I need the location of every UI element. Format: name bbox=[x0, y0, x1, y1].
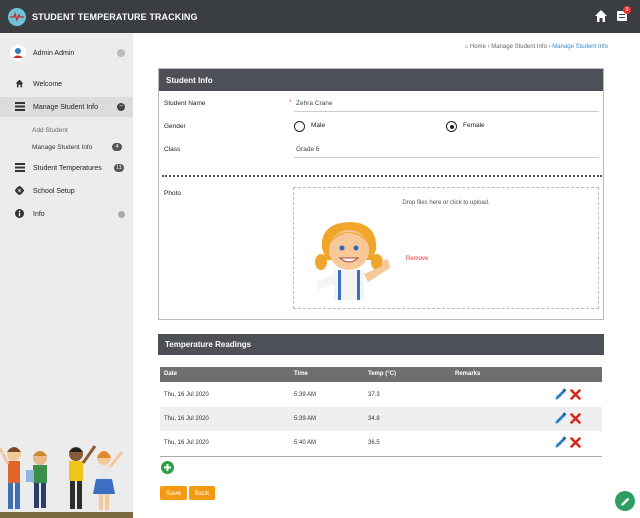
student-info-panel: Student Info Student Name * Zehra Crane … bbox=[158, 68, 604, 320]
gender-female-radio[interactable] bbox=[446, 121, 457, 132]
cell-date: Thu, 16 Jul 2020 bbox=[164, 440, 209, 446]
cell-temp: 36.5 bbox=[368, 440, 380, 446]
required-marker: · bbox=[289, 121, 291, 127]
divider bbox=[162, 175, 602, 177]
student-name-input[interactable]: Zehra Crane bbox=[296, 100, 333, 107]
cell-time: 5:39 AM bbox=[294, 392, 317, 398]
cell-temp: 37.3 bbox=[368, 392, 380, 398]
gender-female-label[interactable]: Female bbox=[463, 122, 485, 129]
gender-male-label[interactable]: Male bbox=[311, 122, 325, 129]
user-name: Admin Admin bbox=[33, 49, 75, 57]
delete-icon[interactable] bbox=[570, 389, 581, 400]
breadcrumb: ⌂ Home › Manage Student Info › Manage St… bbox=[464, 44, 608, 50]
sidebar-item-student-temperatures[interactable]: Student Temperatures 11 bbox=[0, 158, 133, 178]
count-badge: 11 bbox=[114, 164, 124, 172]
cell-time: 5:39 AM bbox=[294, 416, 317, 422]
app-title: STUDENT TEMPERATURE TRACKING bbox=[32, 11, 198, 22]
sidebar-item-label: School Setup bbox=[33, 187, 75, 195]
delete-icon[interactable] bbox=[570, 413, 581, 424]
column-header-time[interactable]: Time bbox=[294, 371, 308, 377]
floating-edit-button[interactable] bbox=[615, 491, 635, 511]
avatar bbox=[10, 45, 26, 61]
dropzone-message: Drop files here or click to upload. bbox=[402, 200, 490, 206]
pencil-icon bbox=[620, 497, 629, 506]
sidebar-subitem-manage-student-info[interactable]: Manage Student Info 4 bbox=[32, 143, 122, 151]
sidebar-item-welcome[interactable]: Welcome bbox=[0, 74, 133, 94]
top-bar: STUDENT TEMPERATURE TRACKING 0 bbox=[0, 0, 640, 33]
sidebar-item-label: Info bbox=[33, 210, 45, 218]
list-icon bbox=[14, 162, 25, 174]
class-label: Class bbox=[164, 146, 181, 153]
save-button[interactable]: Save bbox=[160, 486, 187, 500]
gear-icon bbox=[14, 185, 25, 197]
panel-title: Student Info bbox=[159, 69, 603, 91]
collapse-icon[interactable]: − bbox=[117, 103, 125, 111]
photo-label: Photo bbox=[164, 190, 181, 197]
column-header-date[interactable]: Date bbox=[164, 371, 177, 377]
student-photo bbox=[315, 222, 390, 300]
cell-time: 5:40 AM bbox=[294, 440, 317, 446]
photo-dropzone[interactable]: Drop files here or click to upload. Remo… bbox=[293, 187, 599, 309]
student-name-label: Student Name bbox=[164, 100, 206, 107]
required-marker: * bbox=[289, 100, 292, 106]
sidebar-item-school-setup[interactable]: School Setup bbox=[0, 181, 133, 201]
expand-icon[interactable] bbox=[118, 210, 125, 218]
edit-icon[interactable] bbox=[554, 388, 567, 401]
table-divider bbox=[160, 456, 602, 457]
cell-temp: 34.8 bbox=[368, 416, 380, 422]
class-underline bbox=[294, 157, 599, 158]
add-reading-icon[interactable] bbox=[161, 461, 174, 474]
class-select[interactable]: Grade 6 bbox=[296, 146, 320, 153]
sidebar-subitem-add-student[interactable]: Add Student bbox=[32, 127, 68, 134]
sidebar-item-info[interactable]: Info bbox=[0, 204, 133, 224]
remove-photo-link[interactable]: Remove bbox=[406, 256, 428, 262]
sidebar: Admin Admin Welcome Manage Student Info … bbox=[0, 33, 133, 518]
user-profile[interactable]: Admin Admin bbox=[10, 45, 130, 61]
user-menu-toggle-icon[interactable] bbox=[117, 49, 125, 57]
sidebar-item-label: Welcome bbox=[33, 80, 63, 88]
home-icon bbox=[14, 79, 25, 90]
edit-icon[interactable] bbox=[554, 436, 567, 449]
breadcrumb-parent[interactable]: Manage Student Info bbox=[491, 44, 547, 50]
column-header-temp[interactable]: Temp (°C) bbox=[368, 371, 396, 377]
breadcrumb-home[interactable]: Home bbox=[470, 44, 486, 50]
table-row: Thu, 16 Jul 2020 5:39 AM 37.3 bbox=[160, 383, 602, 407]
table-row: Thu, 16 Jul 2020 5:39 AM 34.8 bbox=[160, 407, 602, 431]
gender-label: Gender bbox=[164, 123, 186, 130]
table-row: Thu, 16 Jul 2020 5:40 AM 36.5 bbox=[160, 431, 602, 455]
edit-icon[interactable] bbox=[554, 412, 567, 425]
gender-male-radio[interactable] bbox=[294, 121, 305, 132]
app-logo-icon bbox=[8, 7, 26, 26]
breadcrumb-current: Manage Student Info bbox=[552, 44, 608, 50]
breadcrumb-home-icon[interactable]: ⌂ bbox=[465, 44, 469, 50]
sidebar-item-label: Student Temperatures bbox=[33, 164, 102, 172]
count-badge: 4 bbox=[112, 143, 122, 151]
student-name-underline bbox=[294, 111, 599, 112]
column-header-remarks[interactable]: Remarks bbox=[455, 371, 480, 377]
cell-date: Thu, 16 Jul 2020 bbox=[164, 392, 209, 398]
sidebar-item-manage-student-info[interactable]: Manage Student Info − bbox=[0, 97, 133, 117]
notification-badge: 0 bbox=[623, 6, 631, 14]
table-header: Date Time Temp (°C) Remarks bbox=[160, 367, 602, 382]
info-icon bbox=[14, 208, 25, 220]
sidebar-item-label: Manage Student Info bbox=[33, 103, 98, 111]
students-illustration bbox=[0, 445, 133, 518]
delete-icon[interactable] bbox=[570, 437, 581, 448]
list-icon bbox=[14, 101, 25, 113]
cell-date: Thu, 16 Jul 2020 bbox=[164, 416, 209, 422]
home-icon[interactable] bbox=[594, 9, 608, 23]
back-button[interactable]: Back bbox=[189, 486, 215, 500]
temperature-readings-title: Temperature Readings bbox=[158, 334, 604, 355]
